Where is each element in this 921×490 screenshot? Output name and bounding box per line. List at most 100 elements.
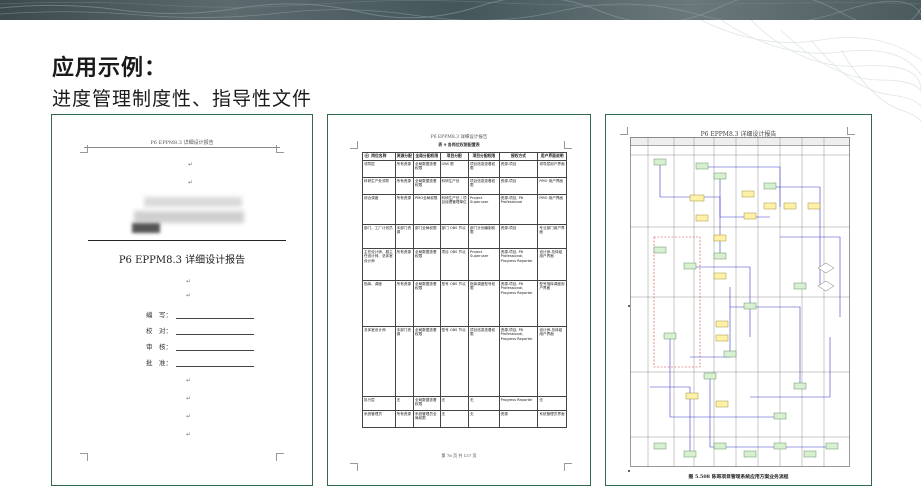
table-cell: 部门计划编制权限 — [468, 223, 500, 249]
table-cell: 部门 OBS 节点 — [439, 223, 470, 249]
table-cell: 设计师-总体组用户界面 — [537, 325, 567, 397]
table-cell: 无 — [439, 395, 470, 411]
table-row: 总体室设计师 本部门资源 全局数据查看权限 型号 OBS 节点 项目信息查看权限 资源-项… — [362, 325, 567, 397]
table-cell: 全局数据查看权限 — [412, 395, 441, 411]
table-cell: 系统管理员界面 — [537, 409, 567, 428]
table-cell: 型号 OBS 节点 — [439, 325, 470, 397]
table-cell: 系统管理员 — [362, 409, 396, 428]
slide-title-block: 应用示例： 进度管理制度性、指导性文件 — [52, 50, 312, 111]
table-cell: 项目 OBS 节点 — [439, 247, 470, 281]
page-header: P6 EPPM8.3 详细设计报告 — [430, 135, 488, 140]
column-header: 用户界面说明 — [537, 152, 567, 161]
table-cell: 系统管理员全局权限 — [412, 409, 441, 428]
table-cell: 项目信息查看权限 — [468, 159, 500, 178]
table-cell: 资源-项目 — [498, 176, 539, 195]
table-cell: 所有资源 — [394, 279, 414, 327]
paragraph-mark: ↵ — [186, 278, 192, 285]
table-cell: 主任设计师、副主任设计师、总体室设计师 — [362, 247, 396, 281]
table-cell: 资源 — [498, 409, 539, 428]
table-cell: PMO全局权限 — [412, 193, 441, 225]
table-cell: 全局数据查看权限 — [412, 279, 441, 327]
paragraph-mark: ↵ — [186, 413, 192, 420]
redacted-logo — [144, 197, 242, 207]
table-cell: 资源-项目, P6 Professional, Progress Reporte… — [498, 247, 539, 281]
table-cell: 所有资源 — [394, 159, 414, 178]
column-header: 授权方式 — [498, 152, 539, 161]
table-cell: Project Superuser — [468, 193, 500, 225]
signature-line — [176, 334, 254, 335]
table-cell: 无 — [468, 409, 500, 428]
table-cell: 总体室设计师 — [362, 325, 396, 397]
table-cell: OBS 根 — [439, 159, 470, 178]
paragraph-mark: ↵ — [186, 395, 192, 402]
table-cell: 所有资源 — [394, 193, 414, 225]
table-cell: PMO 用户界面 — [537, 176, 567, 195]
page-footer: 第 78 页 共 137 页 — [441, 453, 477, 458]
slide-subtitle: 进度管理制度性、指导性文件 — [52, 88, 313, 110]
document-thumbnail-cover: P6 EPPM8.3 详细设计报告 ↵ ↵ P6 EPPM8.3 详细设计报告 … — [51, 114, 313, 486]
signature-field-reviewer: 审 核： — [146, 341, 254, 351]
table-row: 执行层无全局数据查看权限无无 Progress Reporter 无 — [362, 395, 567, 411]
table-cell: 部门、工厂计划员 — [362, 223, 396, 249]
table-cell: 本部门资源 — [394, 325, 414, 397]
table-cell: 指挥调度型号权限 — [468, 279, 500, 327]
table-cell: 全局数据查看权限 — [412, 325, 441, 397]
table-cell: 所有资源 — [394, 409, 414, 428]
table-cell: 无 — [468, 395, 500, 411]
paragraph-mark: ↵ — [186, 292, 192, 299]
table-cell: 所有资源 — [394, 247, 414, 281]
table-row: 领导层 所有资源 全局数据查看权限 OBS 根项目信息查看权限 资源-项目 领导层用户界面 — [362, 159, 567, 178]
table-cell: 项目信息查看权限 — [468, 176, 500, 195]
permissions-table: 岗位名称 资源分配 全局分配权限 项目分配 项目分配权限 授权方式 用户界面说明… — [362, 152, 567, 428]
table-cell: 全局数据查看权限 — [412, 247, 441, 281]
bullet-dot — [628, 470, 630, 472]
signature-label: 编 写： — [146, 311, 172, 319]
table-row: 综合调度 所有资源 PMO全局权限 科研生产处 / 项目经理管理单位 Project S… — [362, 193, 567, 225]
table-cell: 资源-项目, P6 Professional, Progress Reporte… — [498, 325, 539, 397]
paragraph-mark: ↵ — [188, 179, 194, 186]
table-cell: 综合调度 — [362, 193, 396, 225]
table-cell: 型号指挥调度用户界面 — [537, 279, 567, 327]
column-header: 全局分配权限 — [412, 152, 441, 161]
column-header: 资源分配 — [394, 152, 414, 161]
signature-field-approver: 批 准： — [146, 357, 254, 367]
table-row: 系统管理员 所有资源 系统管理员全局权限无无资源 系统管理员界面 — [362, 409, 567, 428]
paragraph-mark: ↵ — [188, 161, 194, 168]
crop-mark — [276, 453, 284, 461]
signature-label: 校 对： — [146, 327, 172, 335]
slide-title: 应用示例： — [52, 56, 168, 81]
table-cell: Progress Reporter — [498, 395, 539, 411]
table-cell: 科研生产处 / 项目经理管理单位 — [439, 193, 470, 225]
table-cell: 领导层用户界面 — [537, 159, 567, 178]
table-header-row: 岗位名称 资源分配 全局分配权限 项目分配 项目分配权限 授权方式 用户界面说明 — [362, 152, 567, 161]
table-cell: 项目信息查看权限 — [468, 325, 500, 397]
table-cell: 全局数据查看权限 — [412, 176, 441, 195]
table-cell: Project Superuser — [468, 247, 500, 281]
table-row: 科研生产处领导 所有资源 全局数据查看权限 科研生产处 项目信息查看权限 资源-项目 PMO… — [362, 176, 567, 195]
signature-field-proofreader: 校 对： — [146, 325, 254, 335]
crop-mark — [564, 463, 572, 471]
table-cell: 科研生产处 — [439, 176, 470, 195]
business-flowchart — [630, 137, 850, 467]
signature-field-writer: 编 写： — [146, 309, 254, 319]
header-rule — [84, 147, 280, 148]
signature-line — [176, 318, 254, 319]
page-header: P6 EPPM8.3 详细设计报告 — [150, 140, 214, 146]
report-title: P6 EPPM8.3 详细设计报告 — [118, 255, 246, 266]
cover-rule — [88, 240, 286, 241]
crop-mark — [350, 463, 358, 471]
table-cell: PMO 用户界面 — [537, 193, 567, 225]
table-cell: 型号 OBS 节点 — [439, 279, 470, 327]
table-cell: 资源-项目, P6 Professional — [498, 193, 539, 225]
table-caption: 表 9 各岗位权限配置表 — [438, 142, 480, 147]
table-cell: 科研生产处领导 — [362, 176, 396, 195]
redacted-text — [132, 223, 160, 233]
column-header: 项目分配权限 — [468, 152, 500, 161]
table-cell: 设计师-总体组用户界面 — [537, 247, 567, 281]
table-cell: 资源-项目 — [498, 159, 539, 178]
table-cell: 执行层 — [362, 395, 396, 411]
document-thumbnail-table: P6 EPPM8.3 详细设计报告 表 9 各岗位权限配置表 ⊕ 岗位名称 资源… — [327, 114, 591, 486]
document-thumbnail-flowchart: P6 EPPM8.3 详细设计报告 图 5.508 陈哥项目管理系统应用方案业务… — [605, 114, 872, 486]
signature-line — [176, 350, 254, 351]
table-cell: 部门全局权限 — [412, 223, 441, 249]
